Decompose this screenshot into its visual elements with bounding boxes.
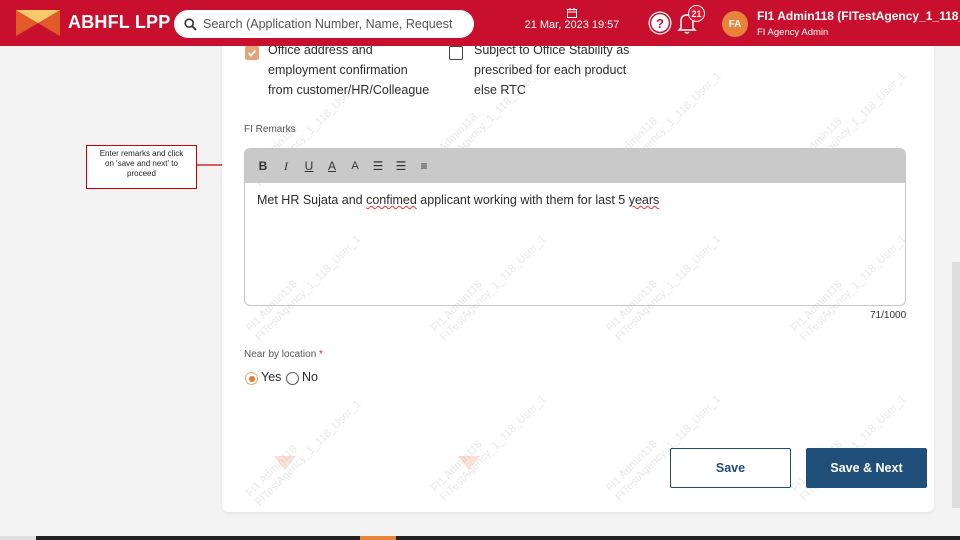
office-address-checkbox-label: Office address and employment confirmati… xyxy=(268,46,448,100)
checkmark-icon xyxy=(247,49,257,57)
user-role: FI Agency Admin xyxy=(757,27,829,38)
fi-remarks-editor[interactable]: B I U A A ☰ ☰ ≡ Met HR Sujata and confim… xyxy=(244,148,906,306)
search-input[interactable] xyxy=(203,17,453,31)
notification-badge[interactable]: 21 xyxy=(688,5,705,22)
highlight-icon[interactable]: A xyxy=(349,160,361,172)
calendar-icon xyxy=(567,8,577,18)
taskbar-segment xyxy=(360,536,396,540)
required-mark: * xyxy=(319,349,323,360)
svg-text:?: ? xyxy=(656,16,664,31)
underline-icon[interactable]: U xyxy=(303,159,315,173)
office-stability-checkbox-label: Subject to Office Stability as prescribe… xyxy=(474,46,664,100)
font-color-icon[interactable]: A xyxy=(326,159,338,173)
radio-no-label[interactable]: No xyxy=(302,370,318,384)
taskbar-strip xyxy=(0,536,960,540)
watermark-logo-icon xyxy=(458,456,480,470)
date-text: 21 Mar, 2023 19:57 xyxy=(524,19,620,31)
bold-icon[interactable]: B xyxy=(257,159,269,173)
remarks-text-segment: applicant working with them for last 5 xyxy=(416,193,629,207)
radio-yes[interactable] xyxy=(245,372,258,385)
callout-line: Enter remarks and click xyxy=(99,149,184,158)
watermark-text: FITestAgency_1_118_User_1 xyxy=(253,398,364,509)
instruction-callout: Enter remarks and click on 'save and nex… xyxy=(86,145,197,189)
fi-remarks-label: FI Remarks xyxy=(244,124,296,135)
search-box[interactable] xyxy=(174,10,474,38)
callout-line: on 'save and next' to xyxy=(105,159,178,168)
office-address-checkbox[interactable] xyxy=(245,46,259,60)
abhfl-logo-icon[interactable] xyxy=(16,10,60,36)
watermark-logo-icon xyxy=(274,456,296,470)
remarks-text-misspelled: years xyxy=(628,193,660,207)
help-icon[interactable]: ? xyxy=(647,10,673,36)
italic-icon[interactable]: I xyxy=(280,159,292,174)
watermark-text: FI1 Admin118 xyxy=(243,443,300,500)
character-counter: 71/1000 xyxy=(870,310,907,321)
remarks-text-segment: Met HR Sujata and xyxy=(257,193,367,207)
avatar[interactable]: FA xyxy=(722,11,748,37)
watermark-text: FITestAgency_1_118_User_1 xyxy=(438,393,549,504)
checkbox-label-line: prescribed for each product xyxy=(474,63,627,77)
numbered-list-icon[interactable]: ☰ xyxy=(395,159,407,173)
watermark-text: FI1 Admin118 xyxy=(428,438,485,495)
scrollbar[interactable] xyxy=(952,262,960,508)
watermark: FI1 Admin118 FITestAgency_1_118_User_1 xyxy=(244,389,364,509)
checkbox-label-line: employment confirmation xyxy=(268,63,408,77)
checkbox-label-line: else RTC xyxy=(474,83,526,97)
brand-title[interactable]: ABHFL LPP xyxy=(68,12,170,33)
editor-toolbar: B I U A A ☰ ☰ ≡ xyxy=(245,149,905,183)
nearby-location-label: Near by location * xyxy=(244,349,323,360)
checkbox-label-line: from customer/HR/Colleague xyxy=(268,83,430,97)
save-button[interactable]: Save xyxy=(670,448,791,488)
radio-yes-label[interactable]: Yes xyxy=(261,370,281,384)
save-next-button[interactable]: Save & Next xyxy=(806,448,927,488)
user-name[interactable]: FI1 Admin118 (FITestAgency_1_118_User_1) xyxy=(757,9,960,23)
watermark: FI1 Admin118 FITestAgency_1_118_User_1 xyxy=(429,384,549,504)
nearby-location-label-text: Near by location xyxy=(244,349,317,360)
office-stability-checkbox[interactable] xyxy=(449,46,463,60)
remarks-text[interactable]: Met HR Sujata and confimed applicant wor… xyxy=(257,193,659,207)
align-icon[interactable]: ≡ xyxy=(418,159,430,173)
date-display: 21 Mar, 2023 19:57 xyxy=(524,8,620,31)
top-bar: ABHFL LPP 21 Mar, 2023 19:57 ? 21 FA FI1… xyxy=(0,0,960,46)
checkbox-label-line: Office address and xyxy=(268,46,373,57)
callout-line: proceed xyxy=(127,169,156,178)
bullet-list-icon[interactable]: ☰ xyxy=(372,159,384,173)
radio-no[interactable] xyxy=(286,372,299,385)
fi-form-card: FI1 Admin118 FITestAgency_1_118_User_1 F… xyxy=(222,46,934,512)
search-icon xyxy=(184,17,197,31)
remarks-text-misspelled: confimed xyxy=(366,193,417,207)
checkbox-label-line: Subject to Office Stability as xyxy=(474,46,630,57)
taskbar-segment xyxy=(0,536,36,540)
